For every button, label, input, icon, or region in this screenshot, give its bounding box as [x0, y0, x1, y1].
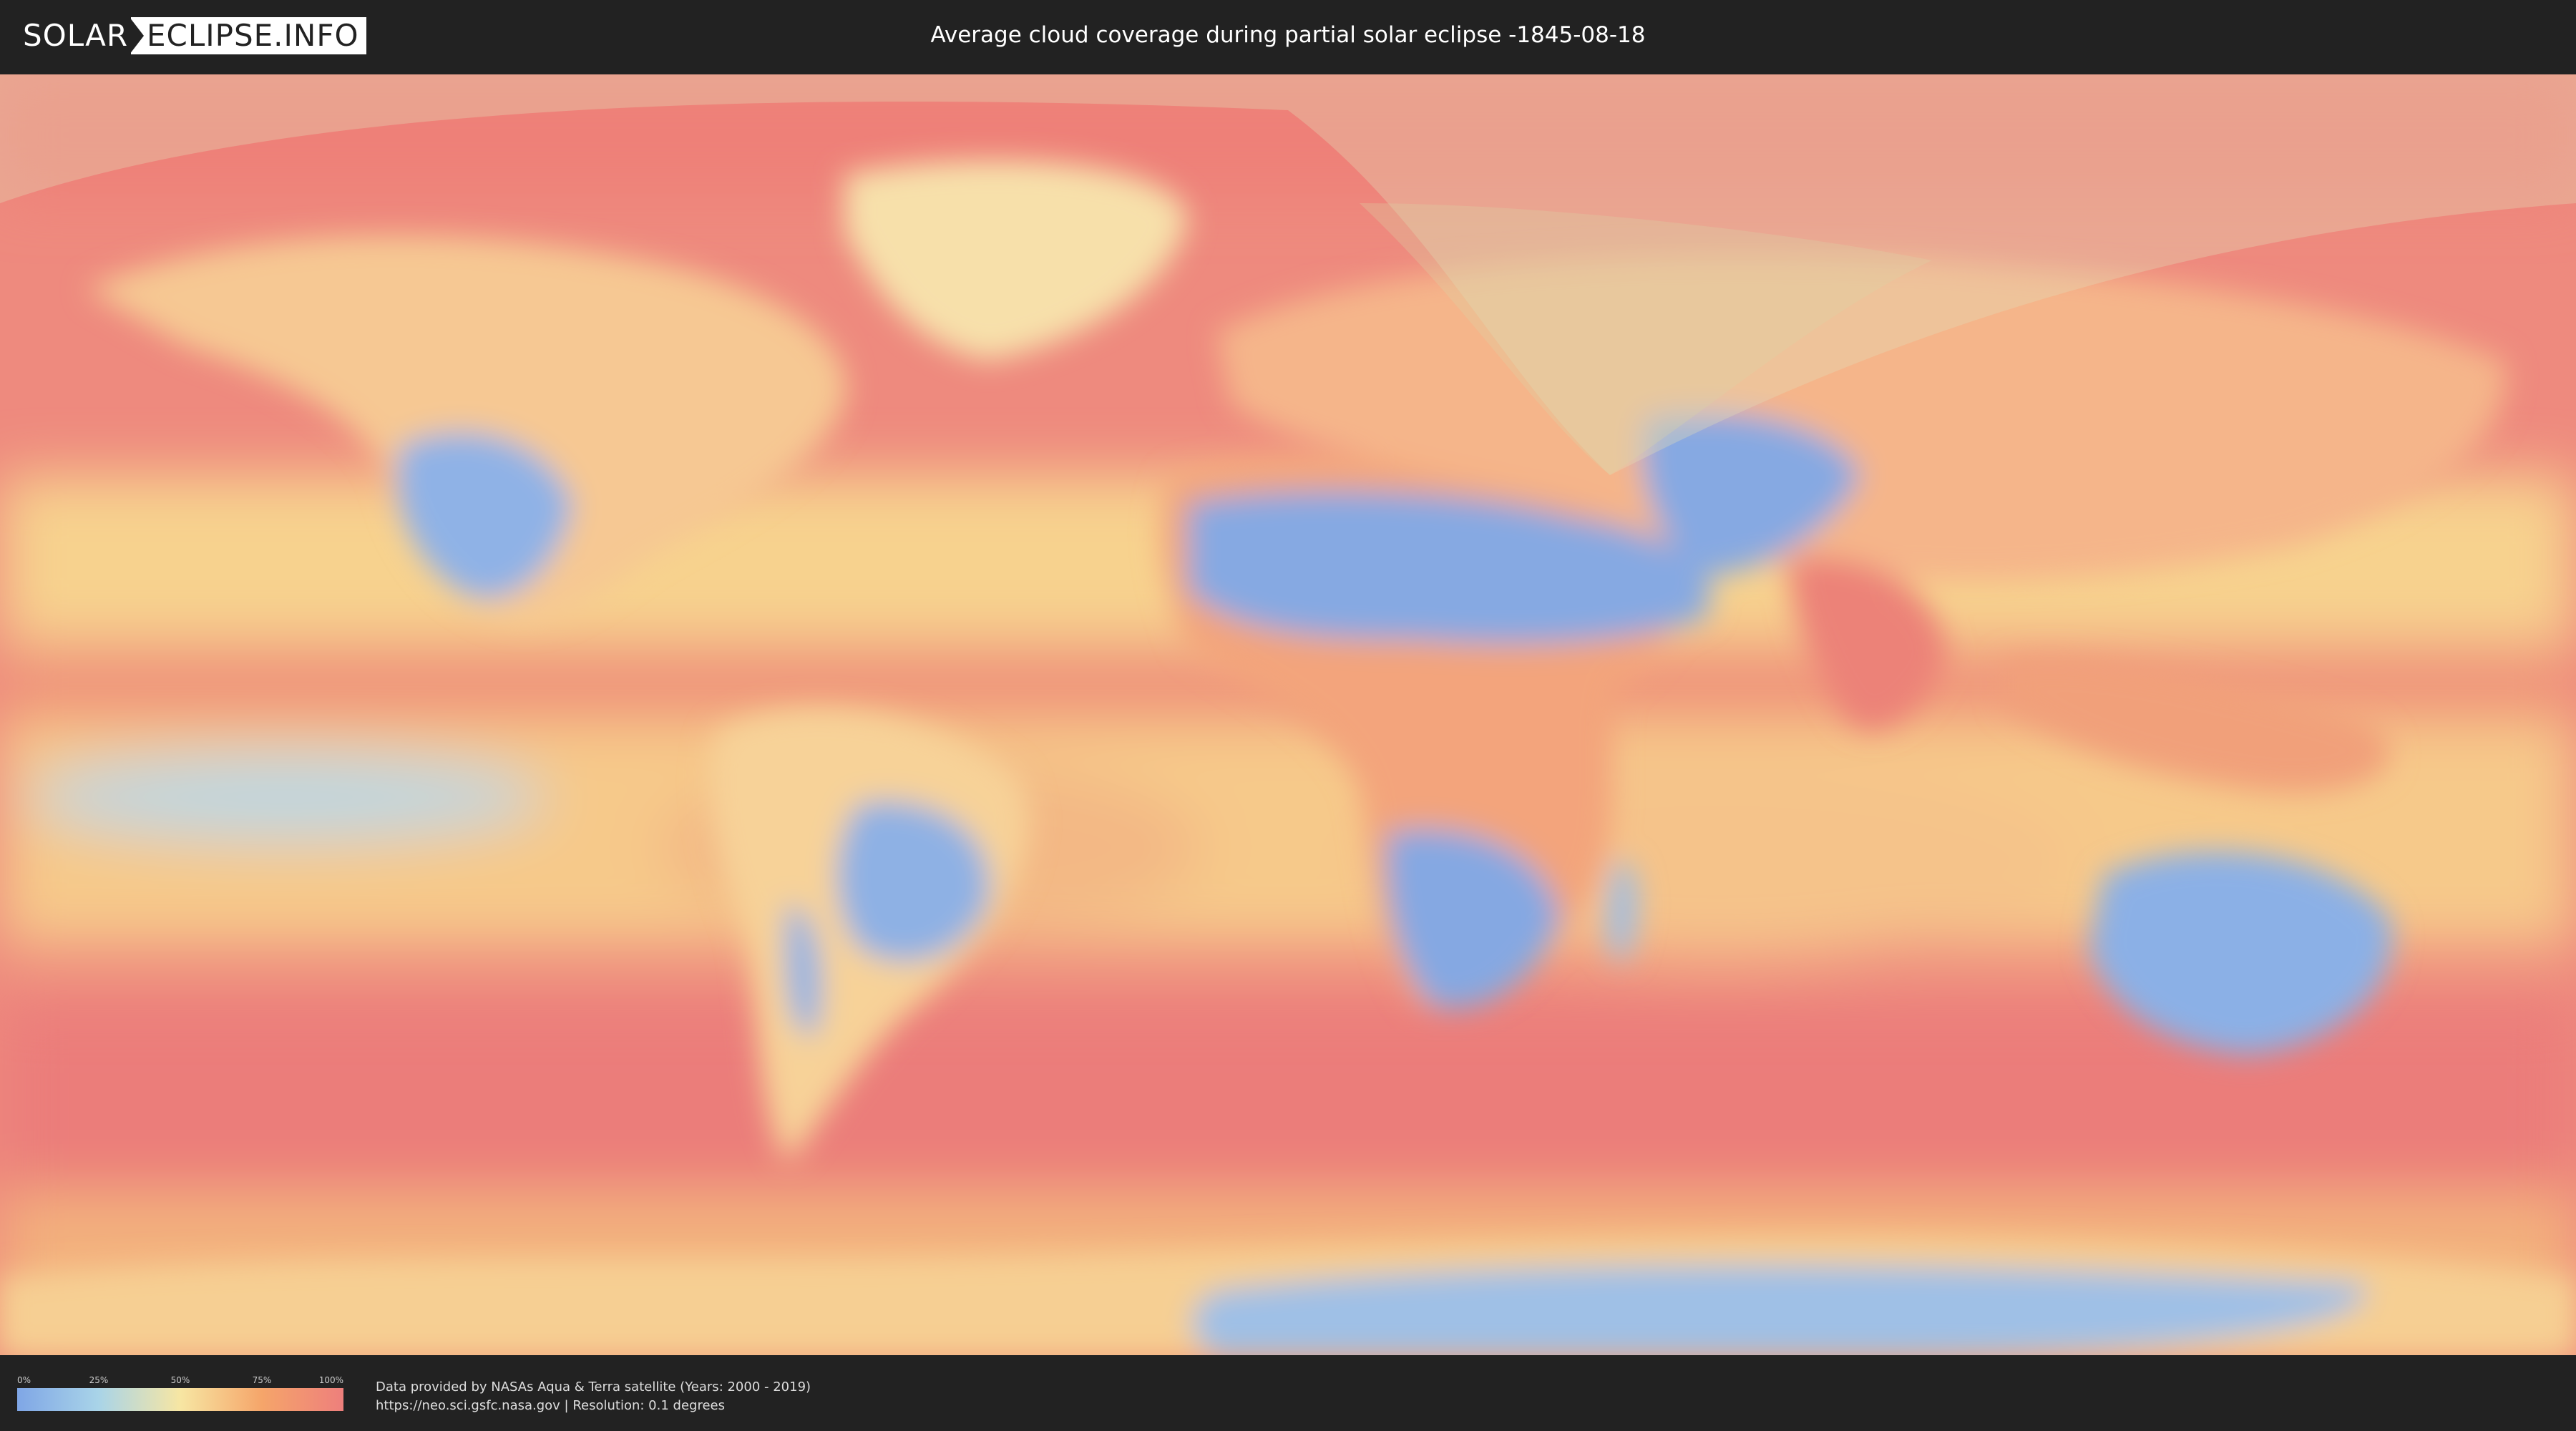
legend-tick-25: 25%	[89, 1375, 109, 1385]
legend-tick-75: 75%	[252, 1375, 272, 1385]
footer-bar: 0% 25% 50% 75% 100% Data provided by NAS…	[0, 1355, 2576, 1431]
legend-tick-0: 0%	[17, 1375, 31, 1385]
cloud-coverage-legend: 0% 25% 50% 75% 100%	[17, 1375, 343, 1411]
data-credits: Data provided by NASAs Aqua & Terra sate…	[376, 1378, 811, 1415]
header-bar: SOLAR ECLIPSE.INFO Average cloud coverag…	[0, 0, 2576, 72]
world-map-svg	[0, 74, 2576, 1355]
cloud-coverage-map[interactable]	[0, 74, 2576, 1355]
legend-tick-100: 100%	[318, 1375, 343, 1385]
legend-tick-50: 50%	[170, 1375, 190, 1385]
credit-line-source: Data provided by NASAs Aqua & Terra sate…	[376, 1379, 811, 1395]
credit-line-url[interactable]: https://neo.sci.gsfc.nasa.gov | Resoluti…	[376, 1397, 811, 1415]
legend-color-bar	[17, 1388, 343, 1411]
legend-ticks: 0% 25% 50% 75% 100%	[17, 1375, 343, 1388]
page-title: Average cloud coverage during partial so…	[930, 22, 1646, 48]
